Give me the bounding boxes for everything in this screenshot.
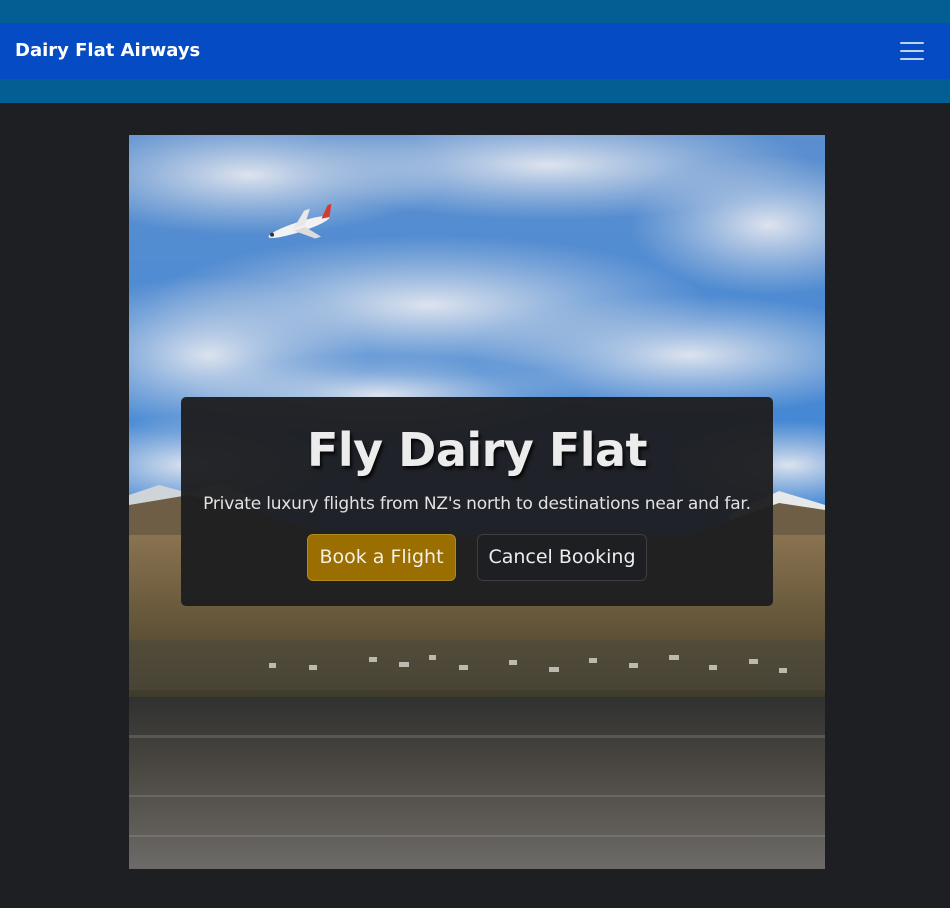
hero-subtitle: Private luxury flights from NZ's north t… xyxy=(203,494,751,514)
cancel-booking-button[interactable]: Cancel Booking xyxy=(477,534,647,581)
hero-overlay: Fly Dairy Flat Private luxury flights fr… xyxy=(181,397,773,606)
brand-link[interactable]: Dairy Flat Airways xyxy=(15,40,200,61)
book-flight-button[interactable]: Book a Flight xyxy=(307,534,456,581)
hero-title: Fly Dairy Flat xyxy=(306,423,648,477)
hamburger-menu-icon[interactable] xyxy=(896,37,928,65)
menu-line xyxy=(900,58,924,60)
navbar: Dairy Flat Airways xyxy=(0,23,950,79)
menu-line xyxy=(900,50,924,52)
menu-line xyxy=(900,42,924,44)
